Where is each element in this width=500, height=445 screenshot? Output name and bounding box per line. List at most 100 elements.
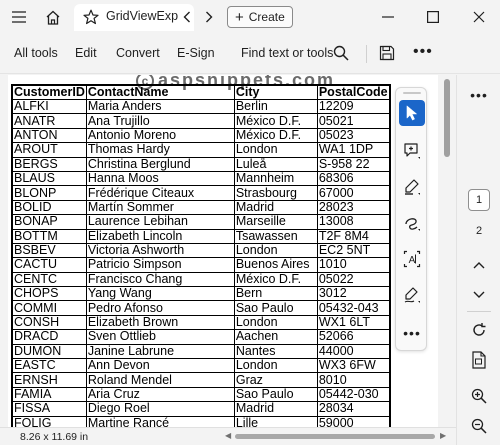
status-bar: 8.26 x 11.69 in ◀ ▶ [0, 427, 456, 445]
maximize-icon[interactable] [420, 5, 446, 29]
table-cell: CENTC [11, 271, 87, 288]
table-cell: Tsawassen [233, 228, 318, 244]
table-cell: 59000 [316, 415, 391, 427]
next-page-number: 2 [475, 225, 483, 237]
table-cell: FAMIA [11, 386, 87, 403]
create-label: Create [248, 10, 285, 24]
table-cell: BOTTM [11, 228, 87, 244]
table-cell: México D.F. [233, 271, 318, 288]
table-cell: London [233, 314, 318, 331]
table-header-row: CustomerID ContactName City PostalCode [11, 84, 391, 100]
vertical-scrollbar[interactable] [439, 75, 455, 427]
page-1-button[interactable]: 1 [457, 187, 500, 213]
highlight-pen-icon[interactable] [399, 174, 425, 200]
table-cell: Marseille [233, 214, 318, 230]
add-comment-icon[interactable] [399, 138, 425, 164]
table-row: CACTU Patricio Simpson Buenos Aires 1010 [11, 257, 391, 273]
more-tools-icon[interactable]: ••• [399, 320, 425, 346]
convert-button[interactable]: Convert [116, 46, 160, 60]
table-cell: Elizabeth Brown [85, 314, 235, 331]
esign-button[interactable]: E-Sign [177, 46, 215, 60]
table-row: ALFKI Maria Anders Berlin 12209 [11, 98, 391, 115]
table-cell: ANTON [11, 127, 87, 144]
star-icon[interactable] [83, 9, 99, 30]
table-row: BERGS Christina Berglund Luleå S-958 22 [11, 156, 391, 172]
fill-sign-icon[interactable] [399, 282, 425, 308]
table-cell: 52066 [316, 329, 391, 345]
table-cell: Martine Rancé [85, 415, 235, 427]
table-cell: Laurence Lebihan [85, 214, 235, 230]
close-icon[interactable] [466, 5, 492, 29]
table-cell: AROUT [11, 142, 87, 158]
tab-scroll-right-icon[interactable] [196, 5, 222, 29]
table-cell: Pedro Afonso [85, 300, 235, 316]
table-cell: T2F 8M4 [316, 228, 391, 244]
table-cell: BERGS [11, 156, 87, 172]
scroll-right-arrow-icon[interactable]: ▶ [440, 431, 446, 440]
save-icon[interactable] [379, 45, 395, 66]
select-cursor-icon[interactable] [399, 100, 425, 126]
edit-button[interactable]: Edit [75, 46, 97, 60]
home-icon[interactable] [40, 5, 66, 29]
draw-freehand-icon[interactable] [399, 210, 425, 236]
table-cell: Mannheim [233, 170, 318, 187]
page-up-icon[interactable] [457, 255, 500, 275]
table-cell: 05023 [316, 127, 391, 144]
menu-icon[interactable] [6, 5, 32, 29]
table-cell: Martín Sommer [85, 199, 235, 216]
table-row: BONAP Laurence Lebihan Marseille 13008 [11, 214, 391, 230]
table-cell: Sao Paulo [233, 386, 318, 403]
scrollbar-thumb[interactable] [444, 79, 450, 157]
rail-more-icon[interactable]: ••• [457, 85, 500, 105]
create-button[interactable]: + Create [227, 6, 293, 28]
all-tools-button[interactable]: All tools [14, 46, 58, 60]
table-row: BOTTM Elizabeth Lincoln Tsawassen T2F 8M4 [11, 228, 391, 244]
rotate-icon[interactable] [457, 318, 500, 342]
table-row: BLONP Frédérique Citeaux Strasbourg 67000 [11, 185, 391, 201]
page-down-icon[interactable] [457, 285, 500, 305]
table-cell: Frédérique Citeaux [85, 185, 235, 201]
document-area: c aspsnippets.com CustomerID ContactName … [8, 75, 439, 427]
table-cell: WX1 6LT [316, 314, 391, 331]
text-select-icon[interactable]: A [399, 246, 425, 272]
table-cell: BLAUS [11, 170, 87, 187]
table-cell: Roland Mendel [85, 372, 235, 388]
table-cell: Antonio Moreno [85, 127, 235, 144]
column-header: PostalCode [316, 84, 391, 100]
table-row: ANATR Ana Trujillo México D.F. 05021 [11, 113, 391, 129]
table-cell: BLONP [11, 185, 87, 201]
table-row: FISSA Diego Roel Madrid 28034 [11, 401, 391, 417]
table-cell: ALFKI [11, 98, 87, 115]
table-cell: Strasbourg [233, 185, 318, 201]
left-strip [0, 75, 8, 427]
table-cell: 12209 [316, 98, 391, 115]
table-cell: 8010 [316, 372, 391, 388]
table-cell: ANATR [11, 113, 87, 129]
table-cell: Bern [233, 286, 318, 302]
page-2-button[interactable]: 2 [457, 221, 500, 241]
table-row: FOLIG Martine Rancé Lille 59000 [11, 415, 391, 427]
zoom-out-icon[interactable] [457, 414, 500, 438]
scroll-left-arrow-icon[interactable]: ◀ [225, 431, 231, 440]
table-row: FAMIA Aria Cruz Sao Paulo 05442-030 [11, 386, 391, 403]
page-thumbnail-icon[interactable] [457, 348, 500, 372]
search-icon[interactable] [333, 45, 349, 66]
horizontal-scrollbar-thumb[interactable] [235, 434, 435, 439]
table-cell: FISSA [11, 401, 87, 417]
svg-text:A: A [409, 255, 416, 266]
table-cell: Thomas Hardy [85, 142, 235, 158]
table-cell: 68306 [316, 170, 391, 187]
toolbar-grip[interactable] [403, 92, 421, 94]
find-text-or-tools-button[interactable]: Find text or tools [241, 46, 333, 60]
title-bar: GridViewExp + Create [0, 0, 500, 34]
minimize-icon[interactable] [375, 5, 401, 29]
more-options-icon[interactable]: ••• [413, 43, 433, 61]
table-cell: Hanna Moos [85, 170, 235, 187]
table-row: AROUT Thomas Hardy London WA1 1DP [11, 142, 391, 158]
table-cell: Aria Cruz [85, 386, 235, 403]
table-cell: 28023 [316, 199, 391, 216]
table-cell: S-958 22 [316, 156, 391, 172]
zoom-in-icon[interactable] [457, 384, 500, 408]
table-cell: Sao Paulo [233, 300, 318, 316]
table-cell: 05442-030 [316, 386, 391, 403]
